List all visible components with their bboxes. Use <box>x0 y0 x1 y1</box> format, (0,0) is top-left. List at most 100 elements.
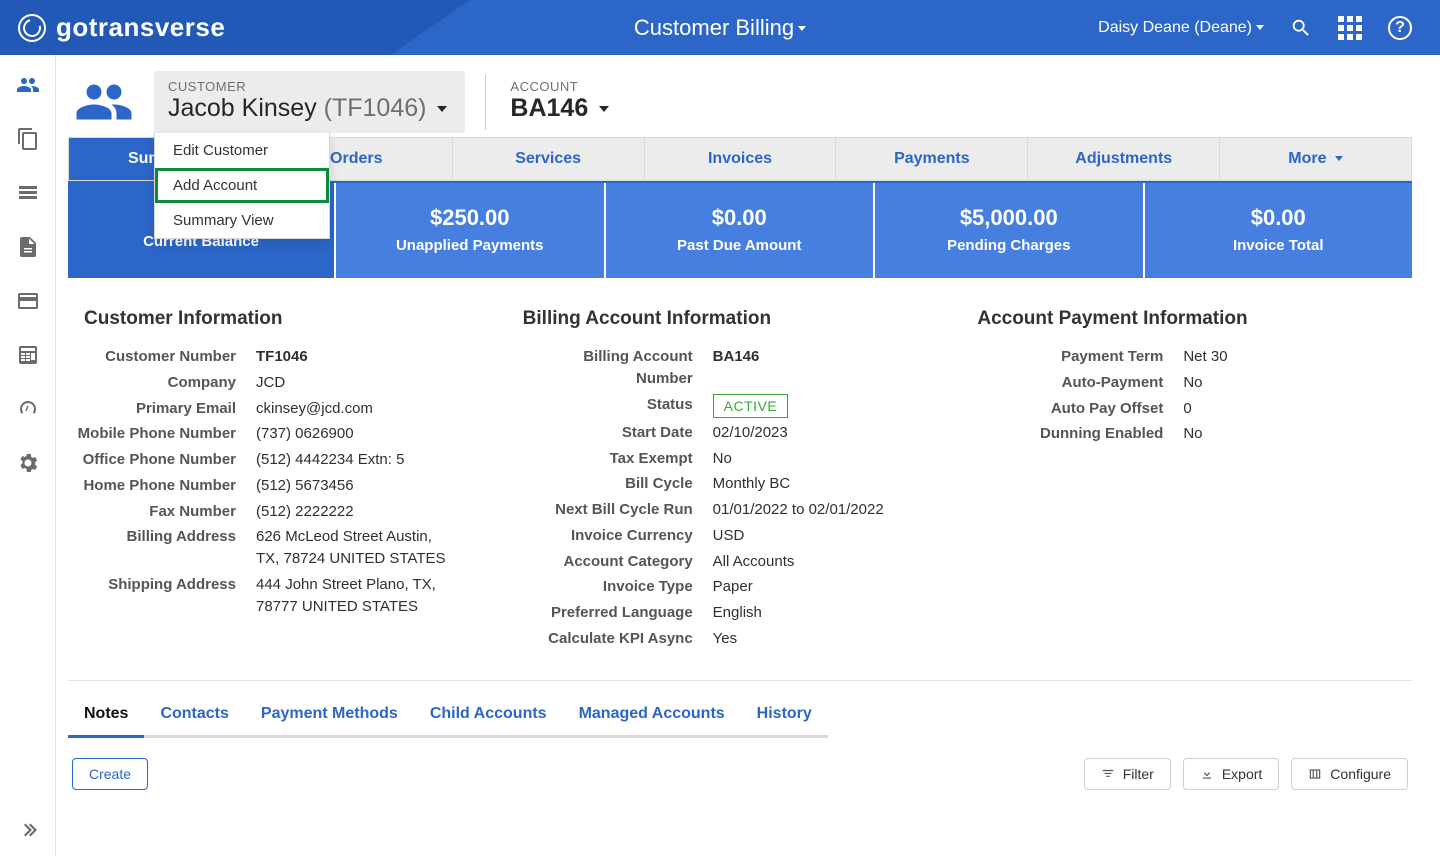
field-label: Customer Number <box>68 346 256 368</box>
kpi-label: Past Due Amount <box>606 237 874 254</box>
filter-icon <box>1101 767 1115 781</box>
field-value: Paper <box>713 576 958 598</box>
field-label: Primary Email <box>68 398 256 420</box>
filter-label: Filter <box>1123 766 1154 782</box>
field-value: 01/01/2022 to 02/01/2022 <box>713 499 958 521</box>
customer-name: Jacob Kinsey <box>168 94 317 122</box>
tab-adjustments[interactable]: Adjustments <box>1028 138 1220 180</box>
status-badge: ACTIVE <box>713 394 789 418</box>
account-dropdown[interactable]: BA146 <box>510 94 609 123</box>
kpi-past-due: $0.00 Past Due Amount <box>606 183 876 278</box>
tab-services[interactable]: Services <box>453 138 645 180</box>
field-value: (512) 2222222 <box>256 501 503 523</box>
stack-icon[interactable] <box>16 181 40 205</box>
columns-icon <box>1308 767 1322 781</box>
customer-info-column: Customer Information Customer NumberTF10… <box>68 308 503 654</box>
top-bar: gotransverse Customer Billing Daisy Dean… <box>0 0 1440 55</box>
filter-button[interactable]: Filter <box>1084 758 1171 790</box>
export-label: Export <box>1222 766 1262 782</box>
field-label: Status <box>523 394 713 416</box>
module-switcher[interactable]: Customer Billing <box>634 15 806 41</box>
field-value: No <box>1183 423 1412 445</box>
field-label: Shipping Address <box>68 574 256 596</box>
field-label: Invoice Currency <box>523 525 713 547</box>
kpi-invoice-total: $0.00 Invoice Total <box>1145 183 1413 278</box>
help-icon[interactable]: ? <box>1388 16 1412 40</box>
kpi-unapplied-payments: $250.00 Unapplied Payments <box>336 183 606 278</box>
billing-info-heading: Billing Account Information <box>523 308 958 330</box>
field-label: Office Phone Number <box>68 449 256 471</box>
content: CUSTOMER Jacob Kinsey (TF1046) Edit Cust… <box>56 55 1440 856</box>
export-button[interactable]: Export <box>1183 758 1279 790</box>
menu-item-edit-customer[interactable]: Edit Customer <box>155 133 329 168</box>
card-icon[interactable] <box>16 289 40 313</box>
customer-crumb-label: CUSTOMER <box>168 79 447 94</box>
field-value: Monthly BC <box>713 473 958 495</box>
menu-item-summary-view[interactable]: Summary View <box>155 203 329 238</box>
calculator-icon[interactable] <box>16 343 40 367</box>
configure-label: Configure <box>1330 766 1391 782</box>
create-button[interactable]: Create <box>72 758 148 790</box>
customer-dropdown[interactable]: Jacob Kinsey (TF1046) <box>168 94 447 123</box>
user-name: Daisy Deane (Deane) <box>1098 19 1252 36</box>
billing-info-column: Billing Account Information Billing Acco… <box>523 308 958 654</box>
field-value: ckinsey@jcd.com <box>256 398 503 420</box>
menu-item-add-account[interactable]: Add Account <box>155 168 329 203</box>
sub-tabs: Notes Contacts Payment Methods Child Acc… <box>68 695 1412 738</box>
field-value: 444 John Street Plano, TX, 78777 UNITED … <box>256 574 456 618</box>
copy-icon[interactable] <box>16 127 40 151</box>
dashboard-icon[interactable] <box>16 397 40 421</box>
field-label: Home Phone Number <box>68 475 256 497</box>
configure-button[interactable]: Configure <box>1291 758 1408 790</box>
tab-payments[interactable]: Payments <box>836 138 1028 180</box>
page-header: CUSTOMER Jacob Kinsey (TF1046) Edit Cust… <box>68 71 1412 133</box>
field-label: Tax Exempt <box>523 448 713 470</box>
field-label: Mobile Phone Number <box>68 423 256 445</box>
subtab-managed-accounts[interactable]: Managed Accounts <box>563 695 741 738</box>
user-menu[interactable]: Daisy Deane (Deane) <box>1098 19 1264 37</box>
field-value: Yes <box>713 628 958 650</box>
field-value: JCD <box>256 372 503 394</box>
field-value: 626 McLeod Street Austin, TX, 78724 UNIT… <box>256 526 456 570</box>
kpi-label: Invoice Total <box>1145 237 1413 254</box>
gear-icon[interactable] <box>16 451 40 475</box>
app-body: CUSTOMER Jacob Kinsey (TF1046) Edit Cust… <box>0 55 1440 856</box>
field-label: Start Date <box>523 422 713 444</box>
subtab-history[interactable]: History <box>741 695 828 738</box>
account-crumb-label: ACCOUNT <box>510 79 609 94</box>
field-value: Net 30 <box>1183 346 1412 368</box>
field-value: 02/10/2023 <box>713 422 958 444</box>
side-rail <box>0 55 56 856</box>
kpi-pending-charges: $5,000.00 Pending Charges <box>875 183 1145 278</box>
tab-invoices[interactable]: Invoices <box>645 138 837 180</box>
chevron-down-icon <box>437 106 447 112</box>
field-label: Invoice Type <box>523 576 713 598</box>
subtab-child-accounts[interactable]: Child Accounts <box>414 695 563 738</box>
field-value: TF1046 <box>256 346 503 368</box>
field-label: Dunning Enabled <box>977 423 1183 445</box>
field-label: Billing Account Number <box>523 346 713 390</box>
field-label: Bill Cycle <box>523 473 713 495</box>
field-label: Calculate KPI Async <box>523 628 713 650</box>
subtab-contacts[interactable]: Contacts <box>144 695 244 738</box>
chevron-down-icon <box>1256 25 1264 30</box>
subtab-notes[interactable]: Notes <box>68 695 144 738</box>
field-value: (512) 5673456 <box>256 475 503 497</box>
customer-crumb: CUSTOMER Jacob Kinsey (TF1046) Edit Cust… <box>154 71 465 133</box>
customers-icon[interactable] <box>16 73 40 97</box>
field-label: Billing Address <box>68 526 256 548</box>
subtab-payment-methods[interactable]: Payment Methods <box>245 695 414 738</box>
expand-rail-icon[interactable] <box>16 818 40 842</box>
content-scroll[interactable]: CUSTOMER Jacob Kinsey (TF1046) Edit Cust… <box>56 55 1440 856</box>
kpi-label: Pending Charges <box>875 237 1143 254</box>
brand[interactable]: gotransverse <box>0 0 225 55</box>
search-icon[interactable] <box>1290 17 1312 39</box>
divider <box>485 74 486 130</box>
notes-toolbar: Create Filter Export Configure <box>68 758 1412 800</box>
tab-more[interactable]: More <box>1220 138 1411 180</box>
field-value: No <box>713 448 958 470</box>
document-icon[interactable] <box>16 235 40 259</box>
apps-icon[interactable] <box>1338 16 1362 40</box>
customer-big-icon <box>74 72 134 132</box>
customer-info-heading: Customer Information <box>84 308 503 330</box>
